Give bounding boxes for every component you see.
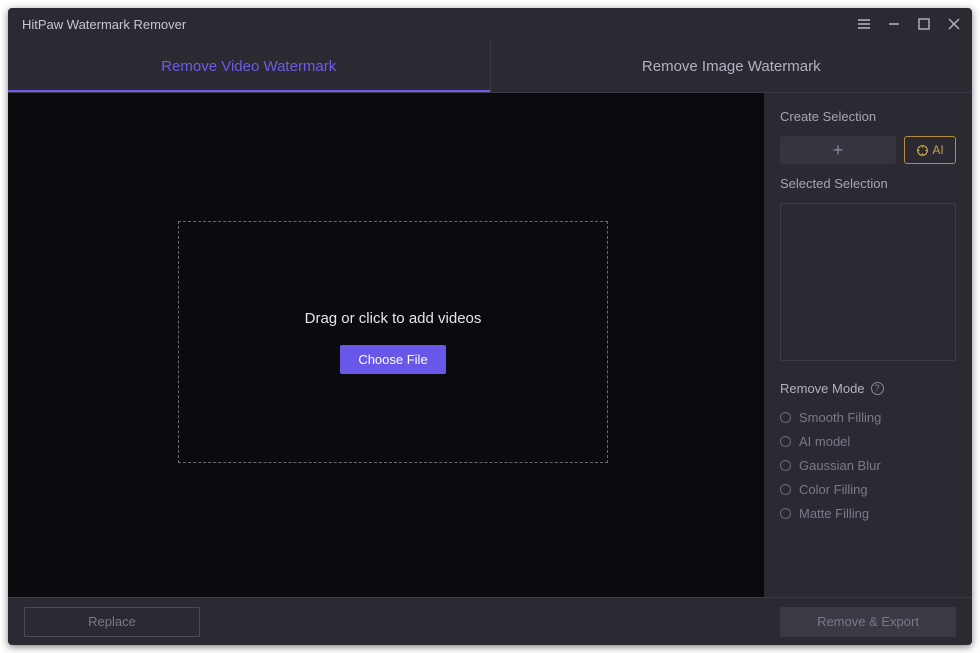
tab-image-watermark[interactable]: Remove Image Watermark (491, 40, 973, 92)
dropzone-text: Drag or click to add videos (305, 310, 482, 327)
radio-label: Matte Filling (799, 506, 869, 521)
radio-icon (780, 436, 791, 447)
remove-mode-options: Smooth Filling AI model Gaussian Blur Co… (780, 410, 956, 521)
ai-selection-button[interactable]: AI (904, 136, 956, 164)
app-title: HitPaw Watermark Remover (22, 17, 186, 32)
main-body: Drag or click to add videos Choose File … (8, 92, 972, 597)
create-selection-label: Create Selection (780, 109, 956, 124)
mode-color-filling[interactable]: Color Filling (780, 482, 956, 497)
tabs: Remove Video Watermark Remove Image Wate… (8, 40, 972, 92)
create-selection-row: + AI (780, 136, 956, 164)
remove-mode-label: Remove Mode (780, 381, 865, 396)
sidebar: Create Selection + AI Selected Selection… (764, 93, 972, 597)
tab-label: Remove Image Watermark (642, 58, 821, 75)
ai-label: AI (932, 143, 943, 157)
radio-label: Smooth Filling (799, 410, 881, 425)
ai-icon (916, 144, 929, 157)
maximize-icon[interactable] (916, 16, 932, 32)
radio-icon (780, 460, 791, 471)
footer: Replace Remove & Export (8, 597, 972, 645)
add-selection-button[interactable]: + (780, 136, 896, 164)
tab-label: Remove Video Watermark (161, 58, 336, 75)
mode-gaussian-blur[interactable]: Gaussian Blur (780, 458, 956, 473)
radio-label: Gaussian Blur (799, 458, 881, 473)
mode-matte-filling[interactable]: Matte Filling (780, 506, 956, 521)
canvas-area: Drag or click to add videos Choose File (8, 93, 764, 597)
radio-label: AI model (799, 434, 850, 449)
app-window: HitPaw Watermark Remover Remove Video Wa… (8, 8, 972, 645)
remove-export-button[interactable]: Remove & Export (780, 607, 956, 637)
tab-video-watermark[interactable]: Remove Video Watermark (8, 40, 490, 92)
mode-ai-model[interactable]: AI model (780, 434, 956, 449)
dropzone[interactable]: Drag or click to add videos Choose File (178, 221, 608, 463)
close-icon[interactable] (946, 16, 962, 32)
help-icon[interactable]: ? (871, 382, 884, 395)
titlebar: HitPaw Watermark Remover (8, 8, 972, 40)
radio-label: Color Filling (799, 482, 868, 497)
selected-selection-label: Selected Selection (780, 176, 956, 191)
radio-icon (780, 412, 791, 423)
selected-selection-box (780, 203, 956, 361)
radio-icon (780, 484, 791, 495)
radio-icon (780, 508, 791, 519)
mode-smooth-filling[interactable]: Smooth Filling (780, 410, 956, 425)
choose-file-button[interactable]: Choose File (340, 345, 445, 374)
remove-mode-header: Remove Mode ? (780, 381, 956, 396)
plus-icon: + (833, 140, 844, 161)
titlebar-buttons (856, 16, 962, 32)
menu-icon[interactable] (856, 16, 872, 32)
replace-button[interactable]: Replace (24, 607, 200, 637)
minimize-icon[interactable] (886, 16, 902, 32)
